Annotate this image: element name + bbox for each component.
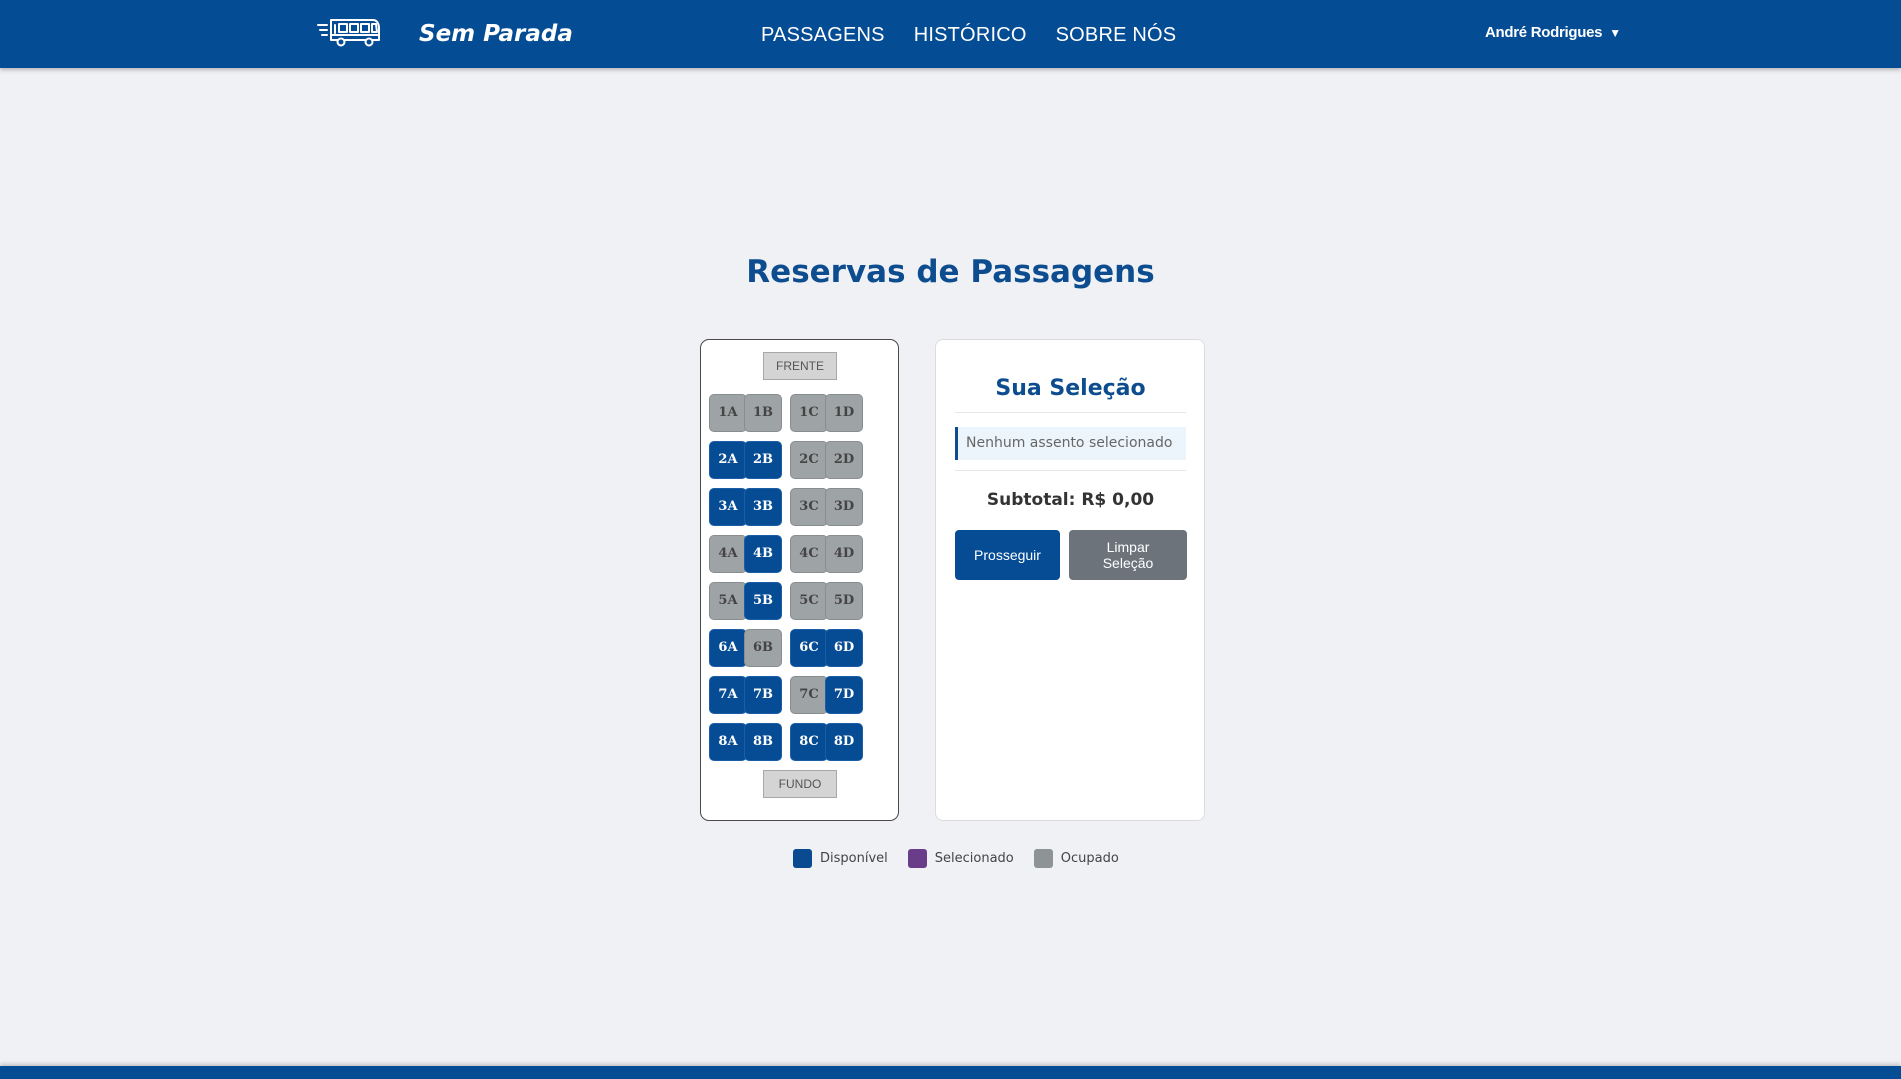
brand-name[interactable]: Sem Parada bbox=[419, 18, 573, 50]
footer-bar bbox=[0, 1066, 1901, 1079]
seat-1c: 1C bbox=[790, 394, 828, 432]
seat-8a[interactable]: 8A bbox=[709, 723, 747, 761]
seat-8c[interactable]: 8C bbox=[790, 723, 828, 761]
selected-seats-box: Nenhum assento selecionado bbox=[955, 427, 1186, 460]
subtotal: Subtotal: R$ 0,00 bbox=[986, 490, 1155, 510]
seat-3d: 3D bbox=[825, 488, 863, 526]
legend-swatch bbox=[793, 849, 812, 868]
seat-5a: 5A bbox=[709, 582, 747, 620]
legend-label: Selecionado bbox=[934, 851, 1014, 866]
seat-6a[interactable]: 6A bbox=[709, 629, 747, 667]
seat-3c: 3C bbox=[790, 488, 828, 526]
seat-7b[interactable]: 7B bbox=[744, 676, 782, 714]
nav-item-sobre-nos[interactable]: SOBRE NÓS bbox=[1056, 20, 1177, 50]
bus-front-label: FRENTE bbox=[763, 352, 837, 380]
legend-item: Ocupado bbox=[1033, 849, 1119, 868]
legend-swatch bbox=[907, 849, 927, 868]
seat-legend: Disponível Selecionado Ocupado bbox=[793, 849, 1139, 868]
user-menu[interactable]: André Rodrigues ▼ bbox=[1485, 23, 1621, 43]
seat-4c: 4C bbox=[790, 535, 828, 573]
legend-label: Disponível bbox=[820, 851, 888, 866]
seat-4a: 4A bbox=[709, 535, 747, 573]
seat-5d: 5D bbox=[825, 582, 863, 620]
seat-5c: 5C bbox=[790, 582, 828, 620]
seat-6b: 6B bbox=[744, 629, 782, 667]
seat-5b[interactable]: 5B bbox=[744, 582, 782, 620]
main-nav: PASSAGENS HISTÓRICO SOBRE NÓS bbox=[761, 20, 1205, 50]
seat-2b[interactable]: 2B bbox=[744, 441, 782, 479]
page-title: Reservas de Passagens bbox=[746, 254, 1155, 290]
nav-item-historico[interactable]: HISTÓRICO bbox=[914, 20, 1027, 50]
seat-7d[interactable]: 7D bbox=[825, 676, 863, 714]
seat-3a[interactable]: 3A bbox=[709, 488, 747, 526]
seat-1d: 1D bbox=[825, 394, 863, 432]
seat-7c: 7C bbox=[790, 676, 828, 714]
seat-6c[interactable]: 6C bbox=[790, 629, 828, 667]
seat-1a: 1A bbox=[709, 394, 747, 432]
top-navbar: Sem Parada PASSAGENS HISTÓRICO SOBRE NÓS… bbox=[0, 0, 1901, 68]
caret-down-icon: ▼ bbox=[1609, 26, 1621, 40]
clear-selection-button[interactable]: Limpar Seleção bbox=[1069, 530, 1187, 580]
seat-8b[interactable]: 8B bbox=[744, 723, 782, 761]
seat-2a[interactable]: 2A bbox=[709, 441, 747, 479]
selection-title: Sua Seleção bbox=[995, 376, 1146, 401]
bus-icon[interactable] bbox=[317, 15, 381, 48]
seat-7a[interactable]: 7A bbox=[709, 676, 747, 714]
seat-4b[interactable]: 4B bbox=[744, 535, 782, 573]
nav-item-passagens[interactable]: PASSAGENS bbox=[761, 20, 885, 50]
legend-label: Ocupado bbox=[1060, 851, 1119, 866]
seat-6d[interactable]: 6D bbox=[825, 629, 863, 667]
seat-3b[interactable]: 3B bbox=[744, 488, 782, 526]
legend-swatch bbox=[1033, 849, 1053, 868]
divider bbox=[955, 412, 1186, 413]
legend-item: Disponível bbox=[793, 849, 888, 868]
seat-2d: 2D bbox=[825, 441, 863, 479]
proceed-button[interactable]: Prosseguir bbox=[955, 530, 1060, 580]
seat-1b: 1B bbox=[744, 394, 782, 432]
user-name: André Rodrigues bbox=[1485, 24, 1603, 41]
divider bbox=[955, 470, 1186, 471]
seat-2c: 2C bbox=[790, 441, 828, 479]
selection-panel: Sua Seleção Nenhum assento selecionado S… bbox=[935, 339, 1205, 821]
legend-item: Selecionado bbox=[907, 849, 1014, 868]
seat-map: FRENTE FUNDO 1A 1B 1C 1D 2A 2B 2C 2D 3A 3B 3C 3D 4A 4… bbox=[700, 339, 899, 821]
seat-8d[interactable]: 8D bbox=[825, 723, 863, 761]
bus-back-label: FUNDO bbox=[763, 770, 837, 798]
seat-4d: 4D bbox=[825, 535, 863, 573]
